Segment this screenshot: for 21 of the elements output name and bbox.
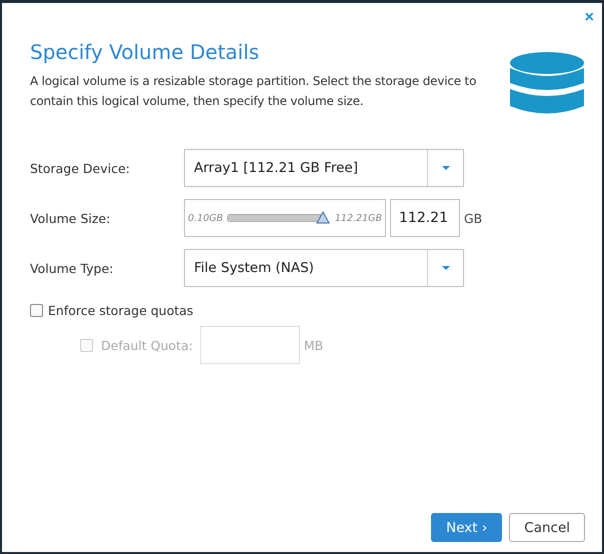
field-label: Volume Type: (30, 260, 114, 276)
checkbox[interactable] (30, 304, 43, 317)
unit-label: MB (304, 338, 324, 352)
next-button[interactable]: Next › (431, 513, 502, 542)
slider-max-label: 112.21GB (334, 212, 382, 224)
checkbox-label: Default Quota: (101, 338, 193, 352)
caret-icon (442, 266, 450, 270)
unit-label: GB (464, 210, 482, 226)
checkbox-label: Enforce storage quotas (48, 303, 194, 318)
size-input[interactable]: 112.21 (390, 199, 460, 237)
dropdown[interactable]: File System (NAS) (184, 249, 464, 287)
dropdown[interactable]: Array1 [112.21 GB Free] (184, 149, 464, 187)
slider-min-label: 0.10GB (188, 212, 224, 224)
slider-thumb[interactable] (316, 211, 330, 224)
field-label: Volume Size: (30, 210, 112, 226)
caret-icon (442, 166, 450, 170)
cancel-button[interactable]: Cancel (509, 513, 585, 542)
dialog-title: Specify Volume Details (30, 39, 260, 65)
description-text: A logical volume is a resizable storage partition. Select the storage device to contain this logical volume, then specify the volume size. (30, 73, 478, 110)
field-label: Storage Device: (30, 160, 131, 176)
slider-track[interactable] (227, 212, 331, 224)
